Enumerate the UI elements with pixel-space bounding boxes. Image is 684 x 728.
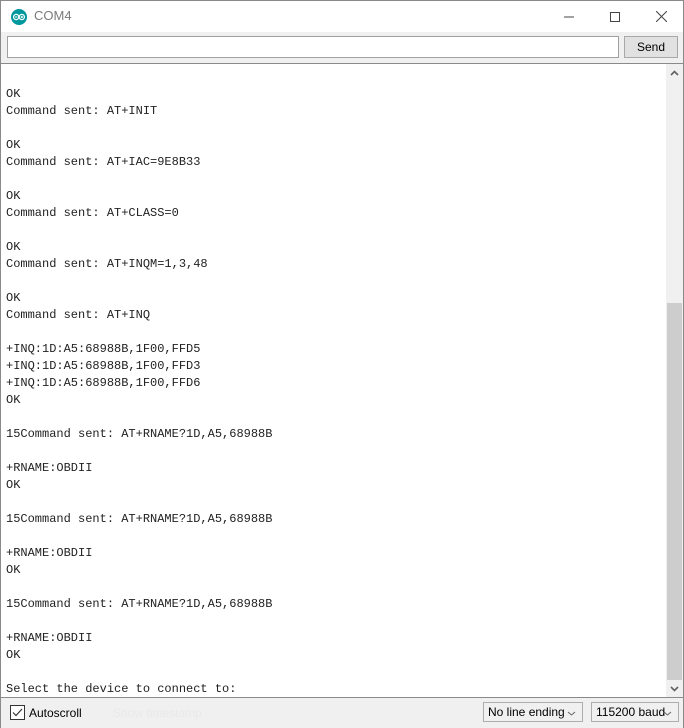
maximize-button[interactable] xyxy=(592,1,638,32)
chevron-down-icon xyxy=(670,685,679,692)
output-line: +INQ:1D:A5:68988B,1F00,FFD3 xyxy=(6,359,201,373)
baud-rate-value: 115200 baud xyxy=(596,705,666,719)
send-button[interactable]: Send xyxy=(624,36,678,58)
scrollbar-thumb[interactable] xyxy=(667,303,682,680)
output-line: OK xyxy=(6,648,21,662)
chevron-down-icon xyxy=(567,711,576,716)
output-line: 15Command sent: AT+RNAME?1D,A5,68988B xyxy=(6,427,273,441)
scroll-down-button[interactable] xyxy=(666,680,683,697)
output-line: OK xyxy=(6,478,21,492)
output-line: Command sent: AT+IAC=9E8B33 xyxy=(6,155,201,169)
command-row: Send xyxy=(1,32,683,62)
output-line: +RNAME:OBDII xyxy=(6,461,93,475)
output-line: Command sent: AT+INQ xyxy=(6,308,151,322)
close-icon xyxy=(655,11,667,22)
output-line: OK xyxy=(6,138,21,152)
output-line: OK xyxy=(6,87,21,101)
output-line: Command sent: AT+CLASS=0 xyxy=(6,206,179,220)
chevron-down-icon xyxy=(663,711,672,716)
output-line: +INQ:1D:A5:68988B,1F00,FFD6 xyxy=(6,376,201,390)
minimize-button[interactable] xyxy=(546,1,592,32)
close-button[interactable] xyxy=(638,1,684,32)
output-line: OK xyxy=(6,189,21,203)
output-line: 15Command sent: AT+RNAME?1D,A5,68988B xyxy=(6,597,273,611)
output-line: OK xyxy=(6,240,21,254)
bottom-bar: Autoscroll Show timestamp No line ending… xyxy=(1,697,683,728)
vertical-scrollbar[interactable] xyxy=(666,63,683,697)
arduino-logo-icon xyxy=(11,9,27,25)
line-ending-value: No line ending xyxy=(488,705,565,719)
output-line: +RNAME:OBDII xyxy=(6,546,93,560)
window-title: COM4 xyxy=(34,8,72,23)
output-line: OK xyxy=(6,393,21,407)
title-bar: COM4 xyxy=(1,1,683,32)
autoscroll-toggle[interactable]: Autoscroll xyxy=(10,705,82,720)
output-line: +RNAME:OBDII xyxy=(6,631,93,645)
serial-monitor-window: COM4 Send OK Command sent: AT+INIT OK Comma… xyxy=(0,0,684,728)
output-line: OK xyxy=(6,291,21,305)
maximize-icon xyxy=(610,11,620,22)
output-line: Command sent: AT+INIT xyxy=(6,104,158,118)
output-line: 15Command sent: AT+RNAME?1D,A5,68988B xyxy=(6,512,273,526)
serial-command-input[interactable] xyxy=(7,36,619,58)
output-line: Command sent: AT+INQM=1,3,48 xyxy=(6,257,208,271)
show-timestamp-label: Show timestamp xyxy=(113,706,202,720)
autoscroll-checkbox[interactable] xyxy=(10,705,25,720)
autoscroll-label: Autoscroll xyxy=(29,705,82,720)
minimize-icon xyxy=(564,16,574,17)
scroll-up-button[interactable] xyxy=(666,64,683,81)
output-line: OK xyxy=(6,563,21,577)
checkmark-icon xyxy=(12,708,23,717)
chevron-up-icon xyxy=(670,69,679,76)
baud-rate-select[interactable]: 115200 baud xyxy=(591,702,679,722)
output-lines: OK Command sent: AT+INIT OK Command sent: A… xyxy=(6,86,272,697)
serial-output[interactable]: OK Command sent: AT+INIT OK Command sent: A… xyxy=(1,63,666,697)
line-ending-select[interactable]: No line ending xyxy=(483,702,583,722)
output-line: +INQ:1D:A5:68988B,1F00,FFD5 xyxy=(6,342,201,356)
output-line: Select the device to connect to: xyxy=(6,682,237,696)
